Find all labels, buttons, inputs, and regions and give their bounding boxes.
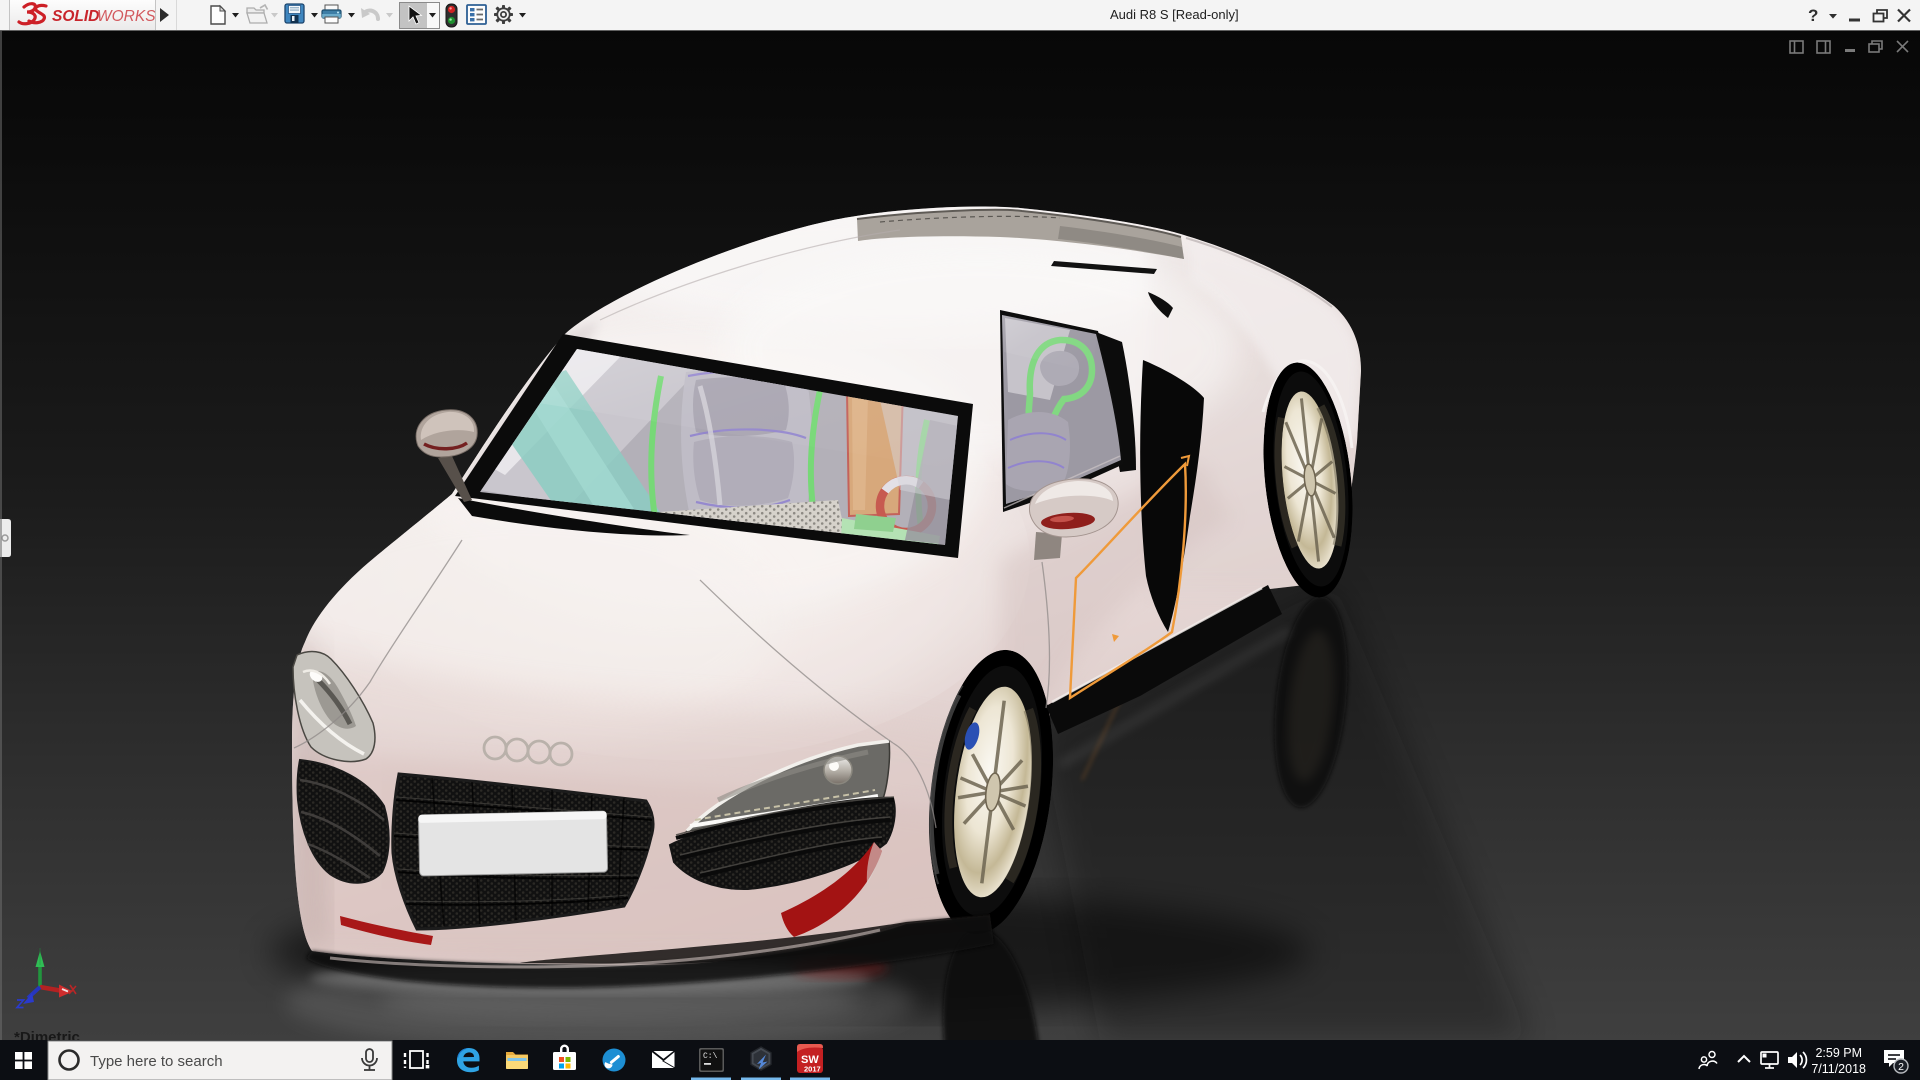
svg-text:C:\: C:\ xyxy=(703,1052,718,1061)
svg-text:?: ? xyxy=(1808,6,1818,25)
svg-text:2: 2 xyxy=(1898,1061,1904,1073)
svg-text:2017: 2017 xyxy=(804,1065,821,1074)
svg-text:*Dimetric: *Dimetric xyxy=(14,1029,80,1040)
svg-text:SOLID: SOLID xyxy=(52,8,99,25)
svg-text:Type here to search: Type here to search xyxy=(90,1053,223,1070)
svg-text:7/11/2018: 7/11/2018 xyxy=(1811,1062,1866,1076)
svg-text:2:59 PM: 2:59 PM xyxy=(1815,1046,1862,1060)
svg-text:WORKS: WORKS xyxy=(97,8,155,25)
